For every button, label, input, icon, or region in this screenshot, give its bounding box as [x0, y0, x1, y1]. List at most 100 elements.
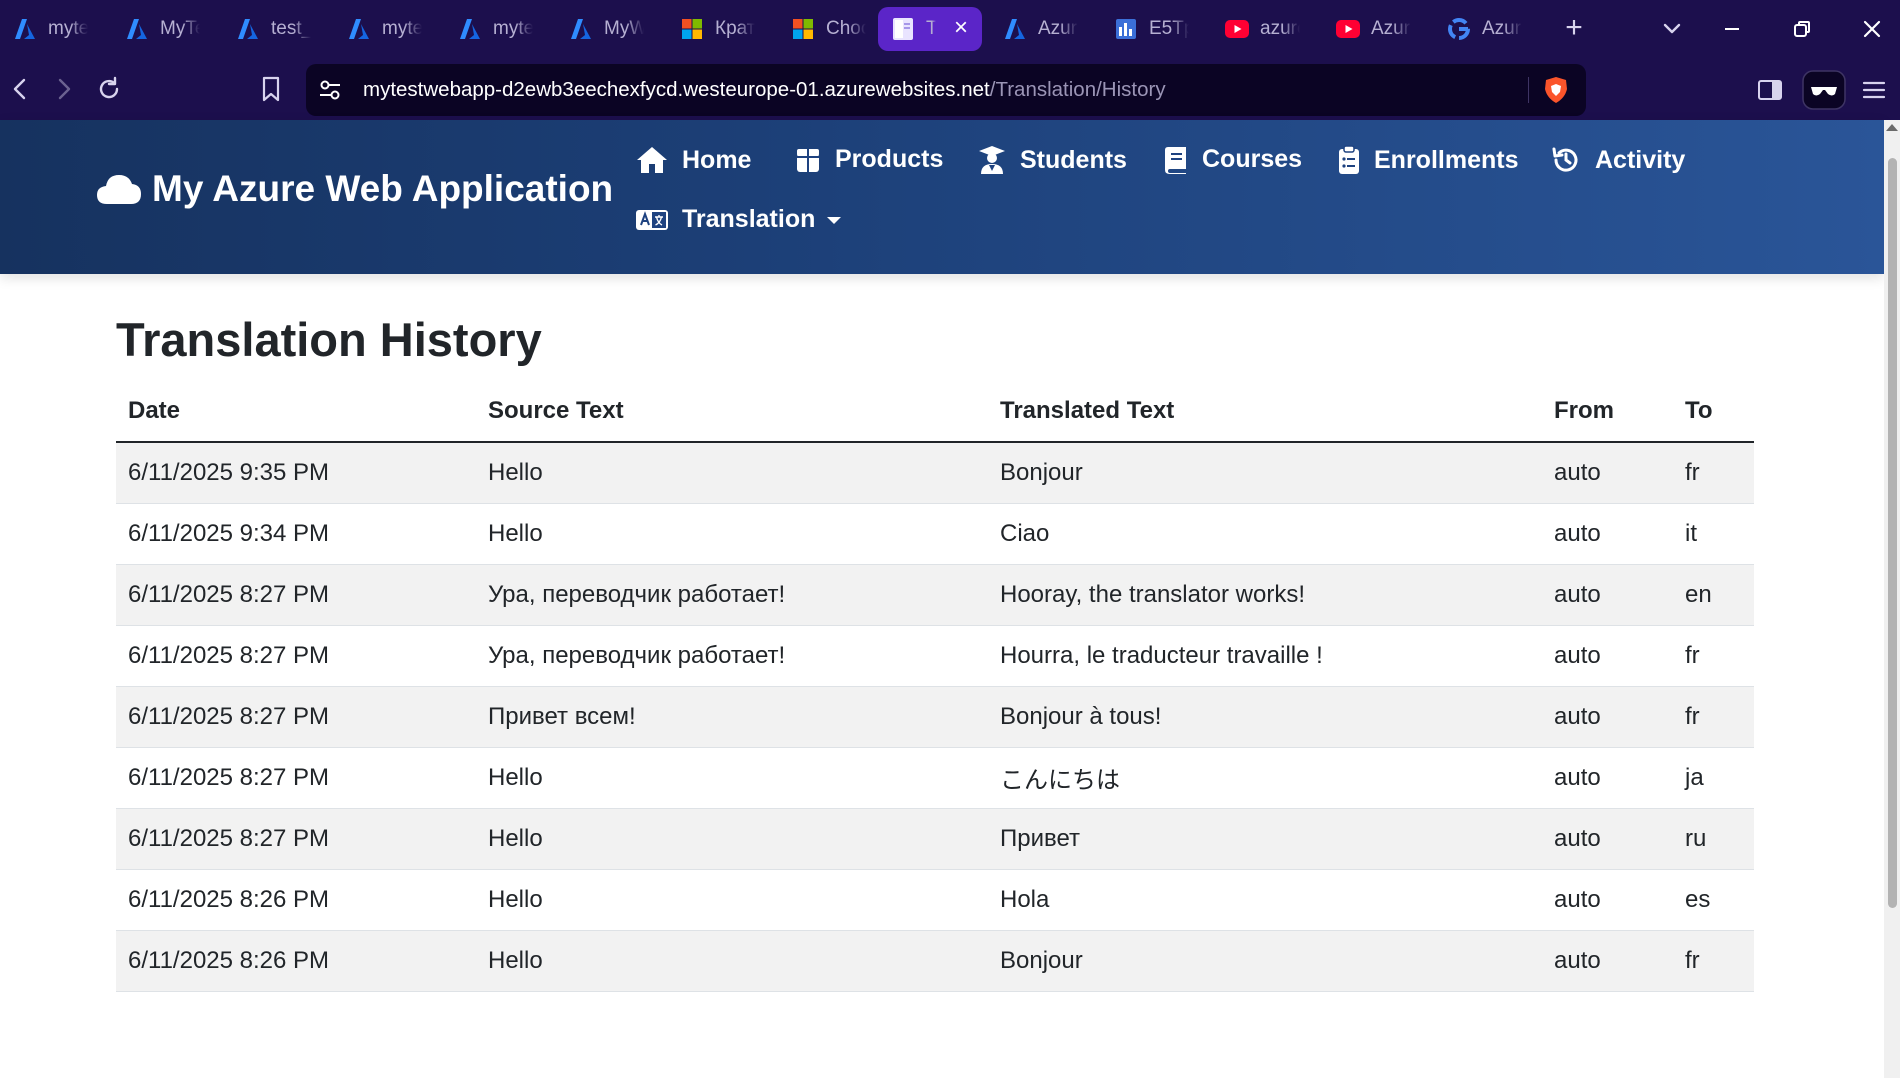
- cell-date: 6/11/2025 8:27 PM: [116, 625, 476, 687]
- cell-from: auto: [1542, 747, 1673, 809]
- menu-icon[interactable]: [1860, 76, 1888, 104]
- table-row: 6/11/2025 8:27 PM Hello こんにちは auto ja: [116, 747, 1754, 809]
- cell-date: 6/11/2025 8:26 PM: [116, 930, 476, 992]
- translation-history-table: Date Source Text Translated Text From To…: [116, 381, 1754, 992]
- google-icon: [1446, 16, 1472, 42]
- nav-home[interactable]: Home: [636, 145, 751, 175]
- reader-mode-glasses-icon[interactable]: [1802, 70, 1846, 110]
- nav-courses-label: Courses: [1202, 145, 1303, 173]
- cell-from: auto: [1542, 869, 1673, 931]
- document-icon: [890, 16, 916, 42]
- table-row: 6/11/2025 8:27 PM Ура, переводчик работае…: [116, 625, 1754, 687]
- bookmark-icon[interactable]: [256, 74, 286, 104]
- brand-link[interactable]: My Azure Web Application: [96, 168, 613, 210]
- browser-tab[interactable]: mytestwebapp: [445, 7, 545, 51]
- column-header-date: Date: [116, 381, 476, 443]
- e5-icon: [1113, 16, 1139, 42]
- new-tab-button[interactable]: +: [1556, 10, 1592, 46]
- tab-active[interactable]: Translation History ×: [878, 7, 982, 51]
- cell-to: fr: [1673, 442, 1754, 504]
- cell-from: auto: [1542, 442, 1673, 504]
- nav-courses[interactable]: Courses: [1164, 145, 1302, 174]
- scroll-up-arrow-icon[interactable]: [1886, 124, 1898, 131]
- column-header-translated-text: Translated Text: [988, 381, 1542, 443]
- address-divider: [1528, 77, 1529, 103]
- cell-from: auto: [1542, 564, 1673, 626]
- column-header-source-text: Source Text: [476, 381, 988, 443]
- nav-products-label: Products: [835, 145, 944, 173]
- table-header-row: Date Source Text Translated Text From To: [116, 381, 1754, 443]
- browser-tab[interactable]: test_: [223, 7, 323, 51]
- gift-box-icon: [797, 148, 819, 172]
- cell-to: fr: [1673, 686, 1754, 748]
- browser-tab[interactable]: MyTestWebApp: [112, 7, 212, 51]
- browser-tab[interactable]: mytestwebapp: [0, 7, 100, 51]
- url-path: /Translation/History: [989, 78, 1166, 101]
- nav-activity-label: Activity: [1595, 145, 1686, 174]
- browser-tab[interactable]: MyWebApp: [556, 7, 656, 51]
- nav-activity[interactable]: Activity: [1551, 145, 1685, 175]
- azure-icon: [346, 16, 372, 42]
- cell-translated-text: こんにちは: [988, 747, 1542, 809]
- browser-tab[interactable]: Краткое: [667, 7, 767, 51]
- column-header-to: To: [1673, 381, 1754, 443]
- youtube-icon: [1224, 16, 1250, 42]
- tab-search-chevron-icon[interactable]: [1656, 14, 1688, 44]
- restore-window-icon[interactable]: [1786, 13, 1818, 45]
- cell-source-text: Ура, переводчик работает!: [476, 564, 988, 626]
- cell-date: 6/11/2025 8:26 PM: [116, 869, 476, 931]
- brave-shields-icon[interactable]: [1542, 75, 1570, 105]
- cell-to: fr: [1673, 930, 1754, 992]
- nav-home-label: Home: [682, 145, 752, 174]
- scrollbar-thumb[interactable]: [1888, 158, 1897, 908]
- site-settings-icon[interactable]: [316, 76, 344, 104]
- browser-tab[interactable]: Choose: [778, 7, 874, 51]
- close-window-icon[interactable]: [1856, 13, 1888, 45]
- cell-source-text: Hello: [476, 869, 988, 931]
- browser-tab[interactable]: Azure: [1323, 7, 1423, 51]
- nav-students[interactable]: Students: [978, 145, 1127, 175]
- cell-to: es: [1673, 869, 1754, 931]
- page-title: Translation History: [116, 313, 542, 366]
- browser-tab[interactable]: E5Tp: [1101, 7, 1201, 51]
- minimize-window-icon[interactable]: [1716, 13, 1748, 45]
- table-row: 6/11/2025 8:26 PM Hello Bonjour auto fr: [116, 930, 1754, 992]
- table-row: 6/11/2025 8:26 PM Hello Hola auto es: [116, 869, 1754, 931]
- nav-enrollments[interactable]: Enrollments: [1338, 145, 1518, 175]
- tab-title: MyTestWebApp: [160, 18, 200, 39]
- cell-translated-text: Ciao: [988, 503, 1542, 565]
- nav-translation-dropdown[interactable]: Translation: [636, 205, 842, 234]
- brand-title: My Azure Web Application: [152, 168, 614, 209]
- table-row: 6/11/2025 9:35 PM Hello Bonjour auto fr: [116, 442, 1754, 504]
- forward-icon[interactable]: [49, 74, 79, 104]
- tab-title: test_: [271, 18, 311, 39]
- url-text[interactable]: mytestwebapp-d2ewb3eechexfycd.westeurope…: [363, 78, 1166, 102]
- tab-title: Azure: [1371, 18, 1411, 39]
- clipboard-list-icon: [1339, 145, 1359, 174]
- dropdown-caret-icon: [827, 217, 842, 224]
- tab-title: mytestwebapp: [493, 18, 533, 39]
- language-icon: [636, 209, 668, 230]
- browser-tab[interactable]: Azure: [990, 7, 1090, 51]
- cell-date: 6/11/2025 9:35 PM: [116, 442, 476, 504]
- browser-tab[interactable]: mytestwebapp: [334, 7, 434, 51]
- cell-to: fr: [1673, 625, 1754, 687]
- back-icon[interactable]: [5, 74, 35, 104]
- nav-translation-label: Translation: [682, 205, 816, 233]
- tab-title: mytestwebapp: [48, 18, 88, 39]
- cell-source-text: Hello: [476, 503, 988, 565]
- close-tab-icon[interactable]: ×: [954, 15, 968, 41]
- tab-title: Choose: [826, 18, 866, 39]
- sidebar-toggle-icon[interactable]: [1756, 76, 1784, 104]
- nav-enrollments-label: Enrollments: [1374, 145, 1519, 174]
- reload-icon[interactable]: [94, 74, 124, 104]
- cloud-icon: [97, 175, 141, 204]
- microsoft-icon: [790, 16, 816, 42]
- cell-from: auto: [1542, 686, 1673, 748]
- azure-icon: [568, 16, 594, 42]
- browser-tab[interactable]: Azure: [1434, 7, 1534, 51]
- nav-products[interactable]: Products: [795, 145, 943, 174]
- cell-from: auto: [1542, 808, 1673, 870]
- browser-tab[interactable]: azure: [1212, 7, 1312, 51]
- tab-title: azure: [1260, 18, 1300, 39]
